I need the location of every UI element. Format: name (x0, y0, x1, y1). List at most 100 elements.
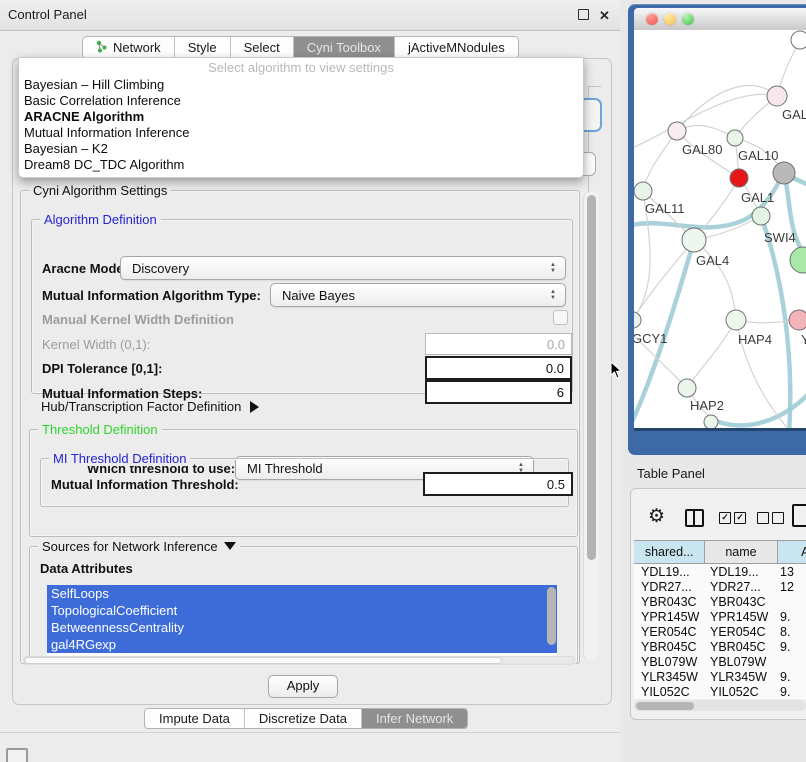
tab-cyni-toolbox[interactable]: Cyni Toolbox (294, 37, 395, 58)
dpi-tolerance-field[interactable]: 0.0 (425, 356, 572, 380)
network-node-gal1[interactable] (730, 169, 748, 187)
network-canvas[interactable]: GALGAL80GAL10GAL1GAL11SWI4GAL4GCY1HAP4YH… (634, 30, 806, 428)
apply-button[interactable]: Apply (268, 675, 338, 698)
algorithm-option[interactable]: Basic Correlation Inference (19, 93, 583, 109)
algorithm-option[interactable]: Bayesian – K2 (19, 141, 583, 157)
node-table: shared...nameA YDL19...YDL19...13YDR27..… (634, 540, 806, 699)
tab-select[interactable]: Select (231, 37, 294, 58)
panel-divider (0, 732, 620, 733)
manual-kernel-checkbox[interactable] (553, 310, 568, 325)
network-window-titlebar[interactable] (634, 8, 806, 31)
table-cell: YLR345W (634, 670, 703, 684)
attribute-item[interactable]: SelfLoops (47, 585, 557, 602)
table-row[interactable]: YDR27...YDR27...12 (634, 579, 806, 594)
list-scrollbar[interactable] (547, 587, 556, 645)
sources-group: Sources for Network Inference Data Attri… (29, 546, 578, 664)
close-traffic-light-icon[interactable] (646, 13, 658, 25)
screenshot-root: Control Panel ✕ NetworkStyleSelectCyni T… (0, 0, 806, 762)
bottom-tab-impute-data[interactable]: Impute Data (145, 709, 245, 728)
network-node-gal10[interactable] (727, 130, 743, 146)
table-row[interactable]: YBL079WYBL079W (634, 654, 806, 669)
document-icon[interactable] (792, 504, 806, 527)
network-node-y[interactable] (789, 310, 806, 330)
float-window-icon[interactable] (578, 9, 589, 20)
network-node-hap4[interactable] (726, 310, 746, 330)
split-view-icon[interactable] (685, 509, 704, 527)
network-node-gal80[interactable] (668, 122, 686, 140)
table-row[interactable]: YDL19...YDL19...13 (634, 564, 806, 579)
network-node[interactable] (790, 247, 806, 273)
combo-stepper-icon: ▲▼ (545, 262, 565, 274)
attribute-item[interactable]: TopologicalCoefficient (47, 602, 557, 619)
table-panel-title: Table Panel (637, 466, 705, 481)
column-header-A[interactable]: A (778, 541, 806, 563)
gear-icon[interactable]: ⚙ (648, 505, 665, 528)
close-icon[interactable]: ✕ (598, 9, 611, 22)
zoom-traffic-light-icon[interactable] (682, 13, 694, 25)
expander-right-icon (250, 401, 259, 413)
network-node[interactable] (704, 415, 718, 428)
mi-steps-field[interactable]: 6 (425, 380, 572, 404)
select-all-columns-icon[interactable]: ✓✓ (719, 512, 746, 524)
mi-threshold-field[interactable]: 0.5 (423, 472, 573, 496)
table-row[interactable]: YBR043CYBR043C (634, 594, 806, 609)
network-node-gal[interactable] (767, 86, 787, 106)
algorithm-option[interactable]: Mutual Information Inference (19, 125, 583, 141)
deselect-all-columns-icon[interactable] (757, 512, 784, 524)
table-cell: 9. (773, 610, 806, 624)
algorithm-option[interactable]: Dream8 DC_TDC Algorithm (19, 157, 583, 173)
table-cell: YIL052C (634, 685, 703, 699)
table-horizontal-scrollbar[interactable] (634, 700, 806, 711)
bottom-tab-label: Impute Data (159, 711, 230, 726)
kernel-width-field[interactable]: 0.0 (425, 333, 572, 355)
dpi-tolerance-label: DPI Tolerance [0,1]: (42, 361, 162, 376)
aracne-mode-label: Aracne Mode: (42, 261, 128, 276)
mi-type-combobox[interactable]: Naive Bayes ▲▼ (270, 283, 566, 307)
table-row[interactable]: YPR145WYPR145W9. (634, 609, 806, 624)
hub-definition-expander[interactable]: Hub/Transcription Factor Definition (41, 399, 259, 414)
table-row[interactable]: YLR345WYLR345W9. (634, 669, 806, 684)
table-row[interactable]: YER054CYER054C8. (634, 624, 806, 639)
table-cell: YER054C (703, 625, 773, 639)
table-cell: 9. (773, 640, 806, 654)
manual-kernel-label: Manual Kernel Width Definition (42, 312, 234, 327)
threshold-definition-group: Threshold Definition Which threshold to … (29, 429, 578, 537)
mi-threshold-definition-title: MI Threshold Definition (49, 451, 190, 466)
table-row[interactable]: YBR045CYBR045C9. (634, 639, 806, 654)
attribute-item[interactable]: BetweennessCentrality (47, 619, 557, 636)
combo-stepper-icon: ▲▼ (545, 289, 565, 301)
network-node-hap2[interactable] (678, 379, 696, 397)
cyni-algorithm-settings-group: Cyni Algorithm Settings Algorithm Defini… (20, 190, 580, 664)
tab-jactivemnodules[interactable]: jActiveMNodules (395, 37, 518, 58)
node-label: GAL4 (696, 253, 729, 268)
sources-title: Sources for Network Inference (38, 539, 240, 554)
horizontal-scrollbar[interactable] (23, 656, 575, 665)
tab-style[interactable]: Style (175, 37, 231, 58)
data-attributes-list[interactable]: SelfLoopsTopologicalCoefficientBetweenne… (47, 585, 557, 656)
minimize-traffic-light-icon[interactable] (664, 13, 676, 25)
network-node-gal11[interactable] (634, 182, 652, 200)
algorithm-option[interactable]: Bayesian – Hill Climbing (19, 77, 583, 93)
bottom-tab-discretize-data[interactable]: Discretize Data (245, 709, 362, 728)
column-header-name[interactable]: name (705, 541, 777, 563)
algorithm-option[interactable]: ARACNE Algorithm (19, 109, 583, 125)
aracne-mode-combobox[interactable]: Discovery ▲▼ (120, 256, 566, 280)
aracne-mode-value: Discovery (121, 261, 545, 276)
column-header-shared[interactable]: shared... (634, 541, 705, 563)
network-node-gal4[interactable] (682, 228, 706, 252)
table-cell: YIL052C (703, 685, 773, 699)
table-cell: YBL079W (703, 655, 773, 669)
bottom-tab-infer-network[interactable]: Infer Network (362, 709, 467, 728)
network-node-gcy1[interactable] (634, 312, 641, 328)
attribute-item[interactable]: gal4RGexp (47, 636, 557, 653)
tab-network[interactable]: Network (83, 37, 175, 58)
network-node-swi4[interactable] (752, 207, 770, 225)
network-node[interactable] (791, 31, 806, 49)
network-node[interactable] (773, 162, 795, 184)
panel-grip-icon[interactable] (6, 748, 28, 762)
settings-vertical-scrollbar[interactable] (583, 192, 599, 660)
tab-label: Style (188, 40, 217, 55)
table-row[interactable]: YIL052CYIL052C9. (634, 684, 806, 699)
tab-label: Select (244, 40, 280, 55)
network-edge (694, 240, 736, 320)
